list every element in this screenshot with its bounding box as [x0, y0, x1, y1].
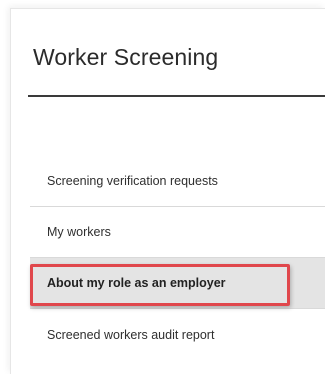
menu-item-label: About my role as an employer — [47, 276, 226, 290]
menu-item-screening-verification-requests[interactable]: Screening verification requests — [30, 156, 325, 207]
menu-item-about-my-role[interactable]: About my role as an employer — [30, 258, 325, 309]
menu-item-my-workers[interactable]: My workers — [30, 207, 325, 258]
page-frame: Worker Screening Screening verification … — [0, 0, 325, 374]
side-menu: Screening verification requests My worke… — [30, 156, 325, 360]
menu-item-label: My workers — [47, 225, 111, 239]
menu-item-label: Screening verification requests — [47, 174, 218, 188]
title-divider — [28, 95, 325, 97]
menu-item-screened-workers-audit-report[interactable]: Screened workers audit report — [30, 309, 325, 360]
page-title: Worker Screening — [33, 44, 219, 70]
menu-item-label: Screened workers audit report — [47, 327, 215, 342]
